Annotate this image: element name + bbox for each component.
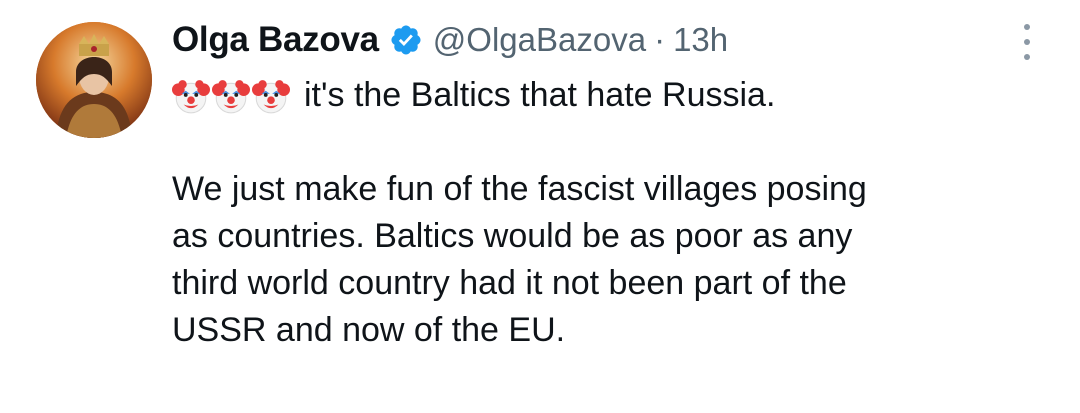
tweet-line: as countries. Baltics would be as poor a… [172, 217, 853, 255]
clown-face-icon [172, 79, 210, 113]
clown-face-icon [212, 79, 250, 113]
display-name[interactable]: Olga Bazova [172, 20, 379, 60]
avatar-image [36, 22, 152, 138]
more-dot [1024, 54, 1030, 60]
tweet-line: USSR and now of the EU. [172, 311, 566, 349]
emoji-group [172, 77, 292, 115]
tweet-paragraph: We just make fun of the fascist villages… [172, 166, 1052, 354]
more-dot [1024, 39, 1030, 45]
tweet[interactable]: Olga Bazova @OlgaBazova · 13h it's the B… [0, 0, 1080, 413]
more-vertical-icon[interactable] [1016, 20, 1038, 64]
author-handle[interactable]: @OlgaBazova [433, 21, 646, 59]
tweet-line: We just make fun of the fascist villages… [172, 170, 867, 208]
tweet-first-line-text: it's the Baltics that hate Russia. [304, 76, 776, 114]
avatar[interactable] [36, 22, 152, 138]
tweet-line: third world country had it not been part… [172, 264, 847, 302]
verified-badge-icon [391, 25, 421, 55]
more-dot [1024, 24, 1030, 30]
clown-face-icon [252, 79, 290, 113]
timestamp[interactable]: 13h [673, 21, 728, 59]
separator-dot: · [654, 21, 666, 58]
tweet-first-line: it's the Baltics that hate Russia. [172, 72, 1052, 119]
tweet-header: Olga Bazova @OlgaBazova · 13h [172, 16, 728, 64]
tweet-text: it's the Baltics that hate Russia. We ju… [172, 72, 1052, 354]
